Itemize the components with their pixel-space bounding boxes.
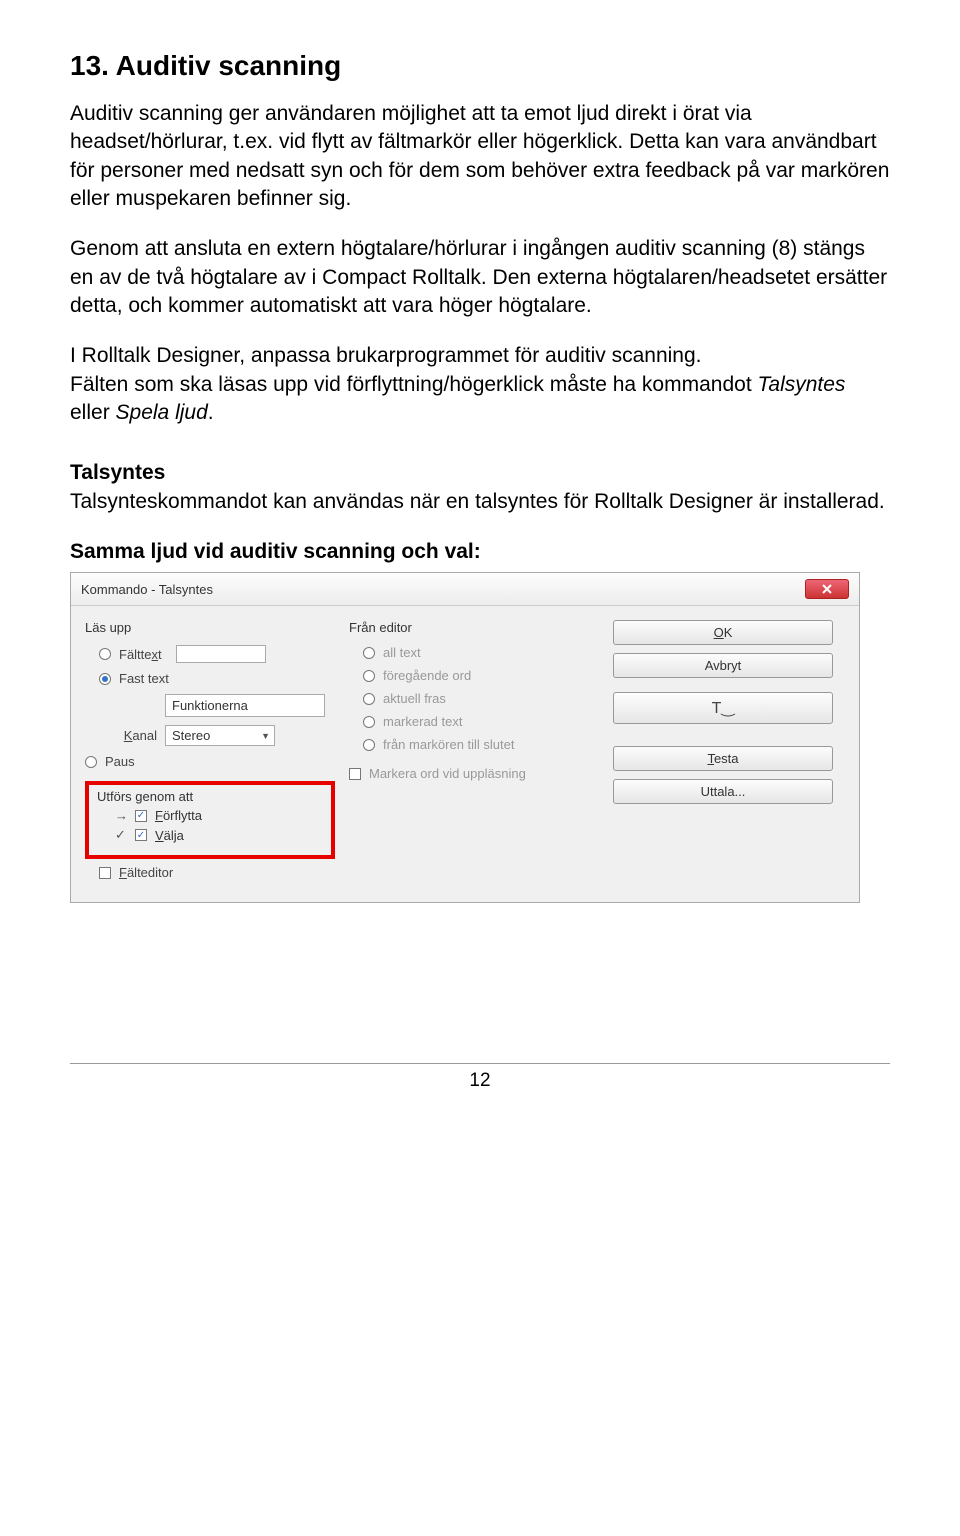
checkbox-forflytta[interactable]: → ✓ Förflytta (115, 808, 323, 823)
samma-heading: Samma ljud vid auditiv scanning och val: (70, 538, 890, 566)
close-icon[interactable] (805, 579, 849, 599)
talsyntes-heading: Talsyntes (70, 461, 165, 484)
radio-fasttext[interactable]: Fast text (99, 671, 335, 686)
radio-markeradtext: markerad text (363, 714, 599, 729)
utfors-highlight: Utförs genom att → ✓ Förflytta ✓ ✓ Välja (85, 781, 335, 859)
paragraph-2: Genom att ansluta en extern högtalare/hö… (70, 235, 890, 320)
tts-icon[interactable]: T‿ (613, 692, 833, 724)
talsyntes-dialog: Kommando - Talsyntes Läs upp Fälttext Fa… (70, 572, 860, 903)
page-number: 12 (469, 1070, 490, 1091)
group-label-lasupp: Läs upp (85, 620, 335, 635)
radio-paus[interactable]: Paus (85, 754, 335, 769)
utfors-label: Utförs genom att (97, 789, 323, 804)
fasttext-input[interactable]: Funktionerna (165, 694, 325, 717)
page-footer: 12 (70, 1063, 890, 1092)
checkbox-valja[interactable]: ✓ ✓ Välja (115, 827, 323, 843)
radio-aktuellfras: aktuell fras (363, 691, 599, 706)
radio-franmarkoren: från markören till slutet (363, 737, 599, 752)
avbryt-button[interactable]: Avbryt (613, 653, 833, 678)
testa-button[interactable]: Testa (613, 746, 833, 771)
dialog-title-text: Kommando - Talsyntes (81, 582, 213, 597)
checkbox-falteditor[interactable]: Fälteditor (99, 865, 335, 880)
radio-alltext: all text (363, 645, 599, 660)
las-upp-group: Läs upp Fälttext Fast text Funktionerna … (85, 620, 335, 884)
section-heading: 13. Auditiv scanning (70, 50, 890, 82)
paragraph-3: I Rolltalk Designer, anpassa brukarprogr… (70, 342, 890, 427)
checkbox-markeraord: Markera ord vid uppläsning (349, 766, 599, 781)
falttext-input[interactable] (176, 645, 266, 663)
kanal-combo[interactable]: Stereo ▼ (165, 725, 275, 746)
chevron-down-icon: ▼ (261, 731, 270, 741)
fran-editor-group: Från editor all text föregående ord aktu… (349, 620, 599, 884)
paragraph-1: Auditiv scanning ger användaren möjlighe… (70, 100, 890, 213)
group-label-franeditor: Från editor (349, 620, 599, 635)
radio-falttext[interactable]: Fälttext (99, 645, 335, 663)
uttala-button[interactable]: Uttala... (613, 779, 833, 804)
talsyntes-block: Talsyntes Talsynteskommandot kan använda… (70, 459, 890, 516)
radio-foregaende: föregående ord (363, 668, 599, 683)
dialog-titlebar: Kommando - Talsyntes (71, 573, 859, 606)
ok-button[interactable]: OK (613, 620, 833, 645)
